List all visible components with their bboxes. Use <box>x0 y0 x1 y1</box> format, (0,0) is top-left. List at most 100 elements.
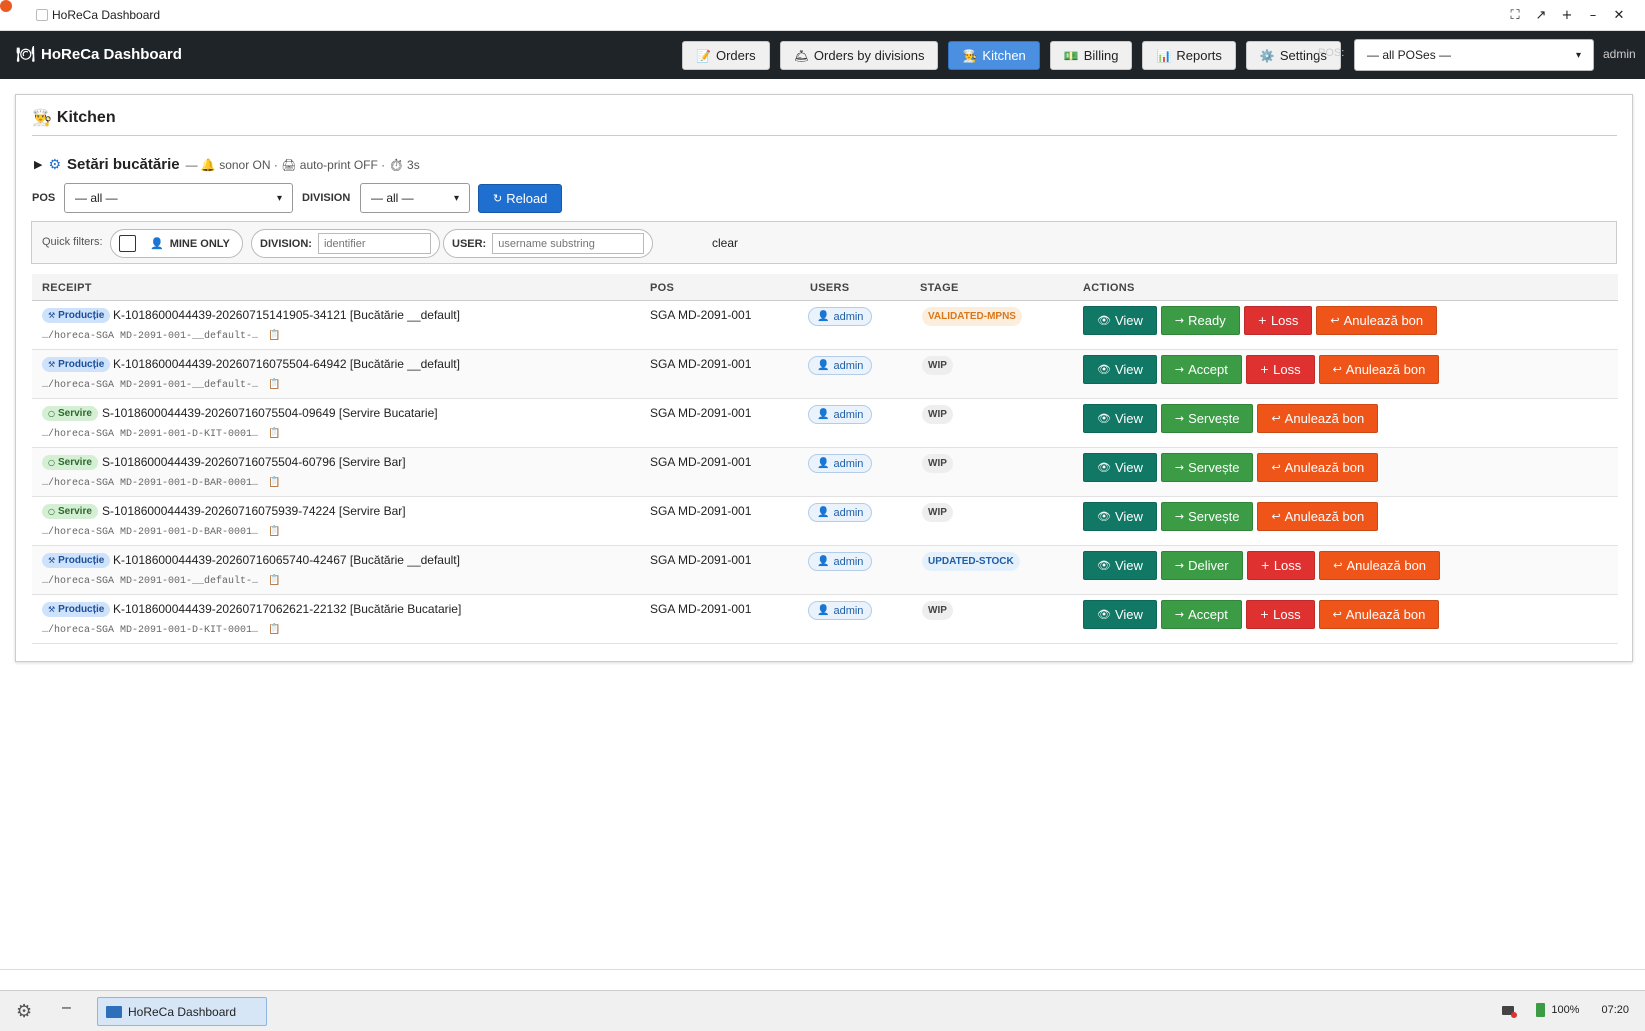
cancel-receipt-button[interactable]: ↩ Anulează bon <box>1257 502 1379 531</box>
receipt-id[interactable]: K-1018600044439-20260716065740-42467 [Bu… <box>113 553 460 567</box>
table-row: ⚒ Producție K-1018600044439-20260715141905… <box>32 301 1618 350</box>
current-user[interactable]: admin <box>1603 47 1636 61</box>
table-header: RECEIPT POS USERS STAGE ACTIONS <box>32 274 1618 301</box>
nav-reports[interactable]: 📊 Reports <box>1142 41 1236 70</box>
maximize-icon[interactable]: + <box>1559 5 1575 25</box>
col-users: USERS <box>810 282 850 294</box>
brand-title: HoReCa Dashboard <box>41 45 182 63</box>
nav-orders[interactable]: 📝 Orders <box>682 41 770 70</box>
action-label: Loss <box>1273 362 1301 377</box>
view-button[interactable]: 👁 View <box>1083 404 1157 433</box>
copy-icon[interactable]: 📋 <box>268 379 280 390</box>
serve-button[interactable]: → Servește <box>1160 453 1254 482</box>
user-badge: 👤 admin <box>808 307 873 326</box>
cancel-receipt-button[interactable]: ↩ Anulează bon <box>1257 453 1379 482</box>
view-icon: 👁 <box>1097 314 1111 327</box>
pos-filter-select[interactable]: — all — ▾ <box>64 183 293 213</box>
network-icon[interactable] <box>1502 1005 1518 1018</box>
copy-icon[interactable]: 📋 <box>268 575 280 586</box>
receipt-id[interactable]: S-1018600044439-20260716075504-09649 [Se… <box>102 406 438 420</box>
minus-icon[interactable]: – <box>62 999 71 1017</box>
nav-billing[interactable]: 💵 Billing <box>1049 41 1133 70</box>
user-quick-input[interactable] <box>492 233 645 254</box>
serve-button[interactable]: → Servește <box>1160 404 1254 433</box>
accept-button[interactable]: → Accept <box>1160 600 1242 629</box>
serve-icon: → <box>1174 461 1185 474</box>
action-label: Ready <box>1188 313 1226 328</box>
user-icon: 👤 <box>817 360 830 371</box>
loss-button[interactable]: + Loss <box>1246 551 1316 580</box>
receipt-id[interactable]: K-1018600044439-20260717062621-22132 [Bu… <box>113 602 461 616</box>
kitchen-settings-toggle[interactable]: ▶ ⚙ Setări bucătărie — 🔔 sonor ON · 🖨 au… <box>34 156 420 173</box>
copy-icon[interactable]: 📋 <box>268 330 280 341</box>
page-title: 👨‍🍳 Kitchen <box>32 108 116 128</box>
col-stage: STAGE <box>920 282 959 294</box>
receipt-type-label: Servire <box>57 408 92 419</box>
receipt-pos: SGA MD-2091-001 <box>650 602 752 616</box>
table-row: ⚒ Producție K-1018600044439-20260716075504… <box>32 350 1618 399</box>
cancel-receipt-button[interactable]: ↩ Anulează bon <box>1318 600 1440 629</box>
hammer-icon: ⚒ <box>48 311 56 320</box>
mine-only-toggle[interactable]: 👤 MINE ONLY <box>110 229 243 258</box>
nav-orders-by-divisions[interactable]: 🛎 Orders by divisions <box>779 41 939 70</box>
brand[interactable]: 🍽 HoReCa Dashboard <box>16 45 182 64</box>
copy-icon[interactable]: 📋 <box>268 526 280 537</box>
close-icon[interactable]: ✕ <box>1611 5 1627 25</box>
accept-button[interactable]: → Accept <box>1160 355 1242 384</box>
taskbar-app-button[interactable]: HoReCa Dashboard <box>97 997 267 1026</box>
receipt-id[interactable]: S-1018600044439-20260716075504-60796 [Se… <box>102 455 406 469</box>
receipt-pos: SGA MD-2091-001 <box>650 308 752 322</box>
col-pos: POS <box>650 282 675 294</box>
stage-badge: VALIDATED-MPNS <box>922 307 1022 326</box>
user-icon: 👤 <box>817 409 830 420</box>
loss-button[interactable]: + Loss <box>1243 306 1313 335</box>
reload-button[interactable]: ↻ Reload <box>478 183 563 213</box>
folder-icon <box>106 1005 122 1018</box>
plate-icon: 🍽 <box>16 46 36 63</box>
cancel-receipt-button[interactable]: ↩ Anulează bon <box>1319 551 1441 580</box>
cancel-receipt-button[interactable]: ↩ Anulează bon <box>1257 404 1379 433</box>
user-badge: 👤 admin <box>808 552 873 571</box>
mine-only-checkbox[interactable] <box>119 235 136 252</box>
action-label: View <box>1114 509 1143 524</box>
deliver-button[interactable]: → Deliver <box>1160 551 1243 580</box>
view-button[interactable]: 👁 View <box>1083 600 1157 629</box>
dot-icon: ○ <box>48 409 55 418</box>
user-badge: 👤 admin <box>808 405 873 424</box>
ready-button[interactable]: → Ready <box>1160 306 1240 335</box>
division-filter-select[interactable]: — all — ▾ <box>360 183 470 213</box>
receipt-id[interactable]: K-1018600044439-20260716075504-64942 [Bu… <box>113 357 460 371</box>
fullscreen-icon[interactable]: ⛶ <box>1507 5 1523 25</box>
battery-indicator[interactable]: 100% <box>1536 1003 1579 1017</box>
copy-icon[interactable]: 📋 <box>268 477 280 488</box>
nav-icon: 📝 <box>696 48 711 63</box>
table-body: ⚒ Producție K-1018600044439-20260715141905… <box>32 301 1618 644</box>
division-quick-input[interactable] <box>317 233 431 254</box>
dot-icon: ○ <box>48 458 55 467</box>
view-icon: 👁 <box>1097 608 1111 621</box>
cancel-receipt-button[interactable]: ↩ Anulează bon <box>1318 355 1440 384</box>
filter-row: POS — all — ▾ DIVISION — all — ▾ ↻ Reloa… <box>32 183 563 213</box>
minimize-icon[interactable]: – <box>1585 5 1601 25</box>
nav-kitchen[interactable]: 👨‍🍳 Kitchen <box>948 41 1040 70</box>
view-button[interactable]: 👁 View <box>1083 453 1157 482</box>
receipt-id[interactable]: K-1018600044439-20260715141905-34121 [Bu… <box>113 308 460 322</box>
loss-button[interactable]: + Loss <box>1245 600 1315 629</box>
cancel-receipt-button[interactable]: ↩ Anulează bon <box>1316 306 1438 335</box>
receipt-type-label: Producție <box>58 310 105 321</box>
view-button[interactable]: 👁 View <box>1083 502 1157 531</box>
view-button[interactable]: 👁 View <box>1083 551 1157 580</box>
table-row: ⚒ Producție K-1018600044439-20260716065740… <box>32 546 1618 595</box>
clear-filters-link[interactable]: clear <box>712 236 738 250</box>
copy-icon[interactable]: 📋 <box>268 624 280 635</box>
pos-select[interactable]: — all POSes — ▾ <box>1354 39 1594 71</box>
restore-icon[interactable]: ↗ <box>1533 5 1549 25</box>
serve-button[interactable]: → Servește <box>1160 502 1254 531</box>
receipt-type-tag: ⚒ Producție <box>42 553 111 568</box>
view-button[interactable]: 👁 View <box>1083 355 1157 384</box>
loss-button[interactable]: + Loss <box>1245 355 1315 384</box>
gear-icon[interactable]: ⚙ <box>16 1001 32 1022</box>
view-button[interactable]: 👁 View <box>1083 306 1157 335</box>
receipt-id[interactable]: S-1018600044439-20260716075939-74224 [Se… <box>102 504 406 518</box>
copy-icon[interactable]: 📋 <box>268 428 280 439</box>
